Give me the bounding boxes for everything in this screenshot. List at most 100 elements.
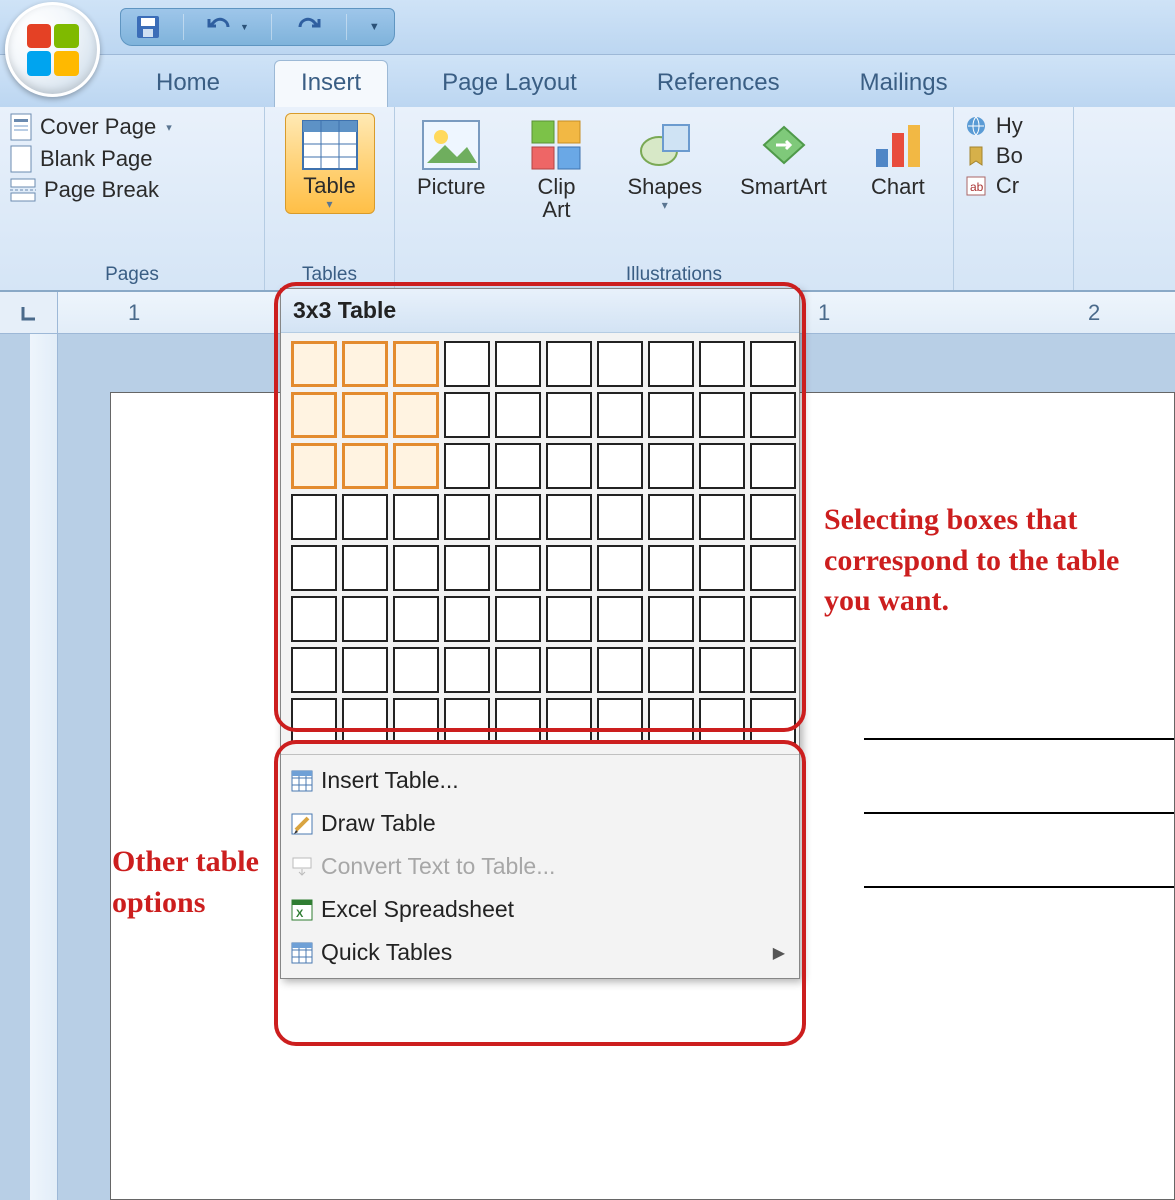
grid-cell[interactable] xyxy=(750,698,796,744)
grid-cell[interactable] xyxy=(495,545,541,591)
grid-cell[interactable] xyxy=(546,545,592,591)
grid-cell[interactable] xyxy=(291,647,337,693)
grid-cell[interactable] xyxy=(546,647,592,693)
grid-cell[interactable] xyxy=(444,698,490,744)
grid-cell[interactable] xyxy=(597,494,643,540)
grid-cell[interactable] xyxy=(546,443,592,489)
tab-home[interactable]: Home xyxy=(130,61,246,107)
grid-cell[interactable] xyxy=(444,443,490,489)
grid-cell[interactable] xyxy=(291,443,337,489)
office-button[interactable] xyxy=(5,2,100,97)
grid-cell[interactable] xyxy=(699,545,745,591)
grid-cell[interactable] xyxy=(393,494,439,540)
grid-cell[interactable] xyxy=(444,494,490,540)
grid-cell[interactable] xyxy=(444,341,490,387)
grid-cell[interactable] xyxy=(750,494,796,540)
menu-insert-table[interactable]: Insert Table... xyxy=(281,759,799,802)
grid-cell[interactable] xyxy=(291,698,337,744)
grid-cell[interactable] xyxy=(393,647,439,693)
qat-save-button[interactable] xyxy=(135,14,161,40)
grid-cell[interactable] xyxy=(648,647,694,693)
grid-cell[interactable] xyxy=(648,545,694,591)
grid-cell[interactable] xyxy=(699,647,745,693)
grid-cell[interactable] xyxy=(291,494,337,540)
grid-cell[interactable] xyxy=(393,545,439,591)
vertical-ruler[interactable] xyxy=(30,334,58,1200)
cross-reference-button[interactable]: ab Cr xyxy=(964,173,1023,199)
grid-cell[interactable] xyxy=(342,545,388,591)
grid-cell[interactable] xyxy=(495,341,541,387)
grid-cell[interactable] xyxy=(699,392,745,438)
grid-cell[interactable] xyxy=(444,545,490,591)
grid-cell[interactable] xyxy=(750,545,796,591)
grid-cell[interactable] xyxy=(495,443,541,489)
table-button[interactable]: Table ▾ xyxy=(285,113,375,214)
dropdown-icon[interactable]: ▼ xyxy=(240,22,249,32)
grid-cell[interactable] xyxy=(699,494,745,540)
grid-cell[interactable] xyxy=(291,596,337,642)
grid-cell[interactable] xyxy=(597,443,643,489)
menu-quick-tables[interactable]: Quick Tables▶ xyxy=(281,931,799,974)
grid-cell[interactable] xyxy=(393,443,439,489)
picture-button[interactable]: Picture xyxy=(405,113,497,198)
grid-cell[interactable] xyxy=(342,494,388,540)
grid-cell[interactable] xyxy=(342,443,388,489)
grid-cell[interactable] xyxy=(699,341,745,387)
qat-redo-button[interactable] xyxy=(294,15,324,39)
grid-cell[interactable] xyxy=(495,647,541,693)
cover-page-button[interactable]: Cover Page▾ xyxy=(10,113,172,141)
tab-page-layout[interactable]: Page Layout xyxy=(416,61,603,107)
grid-cell[interactable] xyxy=(393,596,439,642)
grid-cell[interactable] xyxy=(750,596,796,642)
tab-insert[interactable]: Insert xyxy=(274,60,388,107)
grid-cell[interactable] xyxy=(648,494,694,540)
grid-cell[interactable] xyxy=(597,392,643,438)
grid-cell[interactable] xyxy=(546,341,592,387)
menu-draw-table[interactable]: Draw Table xyxy=(281,802,799,845)
grid-cell[interactable] xyxy=(546,494,592,540)
page-break-button[interactable]: Page Break xyxy=(10,177,172,203)
grid-cell[interactable] xyxy=(444,647,490,693)
grid-cell[interactable] xyxy=(342,392,388,438)
grid-cell[interactable] xyxy=(495,494,541,540)
bookmark-button[interactable]: Bo xyxy=(964,143,1023,169)
clip-art-button[interactable]: Clip Art xyxy=(511,113,601,221)
table-size-grid[interactable] xyxy=(281,333,799,754)
tab-mailings[interactable]: Mailings xyxy=(834,61,974,107)
grid-cell[interactable] xyxy=(546,596,592,642)
grid-cell[interactable] xyxy=(750,647,796,693)
grid-cell[interactable] xyxy=(648,443,694,489)
blank-page-button[interactable]: Blank Page xyxy=(10,145,172,173)
grid-cell[interactable] xyxy=(291,545,337,591)
grid-cell[interactable] xyxy=(750,341,796,387)
grid-cell[interactable] xyxy=(495,392,541,438)
smartart-button[interactable]: SmartArt xyxy=(728,113,839,198)
grid-cell[interactable] xyxy=(342,698,388,744)
document-table[interactable] xyxy=(864,738,1174,888)
qat-customize-button[interactable]: ▼ xyxy=(369,21,380,33)
shapes-button[interactable]: Shapes▾ xyxy=(615,113,714,212)
grid-cell[interactable] xyxy=(546,392,592,438)
grid-cell[interactable] xyxy=(393,341,439,387)
grid-cell[interactable] xyxy=(444,596,490,642)
grid-cell[interactable] xyxy=(648,698,694,744)
grid-cell[interactable] xyxy=(699,596,745,642)
grid-cell[interactable] xyxy=(699,443,745,489)
grid-cell[interactable] xyxy=(699,698,745,744)
grid-cell[interactable] xyxy=(597,545,643,591)
ruler-corner-button[interactable] xyxy=(0,292,58,334)
grid-cell[interactable] xyxy=(291,392,337,438)
grid-cell[interactable] xyxy=(444,392,490,438)
hyperlink-button[interactable]: Hy xyxy=(964,113,1023,139)
grid-cell[interactable] xyxy=(750,443,796,489)
grid-cell[interactable] xyxy=(750,392,796,438)
grid-cell[interactable] xyxy=(342,596,388,642)
grid-cell[interactable] xyxy=(342,647,388,693)
grid-cell[interactable] xyxy=(648,392,694,438)
qat-undo-button[interactable]: ▼ xyxy=(206,15,249,39)
grid-cell[interactable] xyxy=(597,341,643,387)
menu-excel-spreadsheet[interactable]: XExcel Spreadsheet xyxy=(281,888,799,931)
grid-cell[interactable] xyxy=(495,698,541,744)
grid-cell[interactable] xyxy=(342,341,388,387)
grid-cell[interactable] xyxy=(546,698,592,744)
